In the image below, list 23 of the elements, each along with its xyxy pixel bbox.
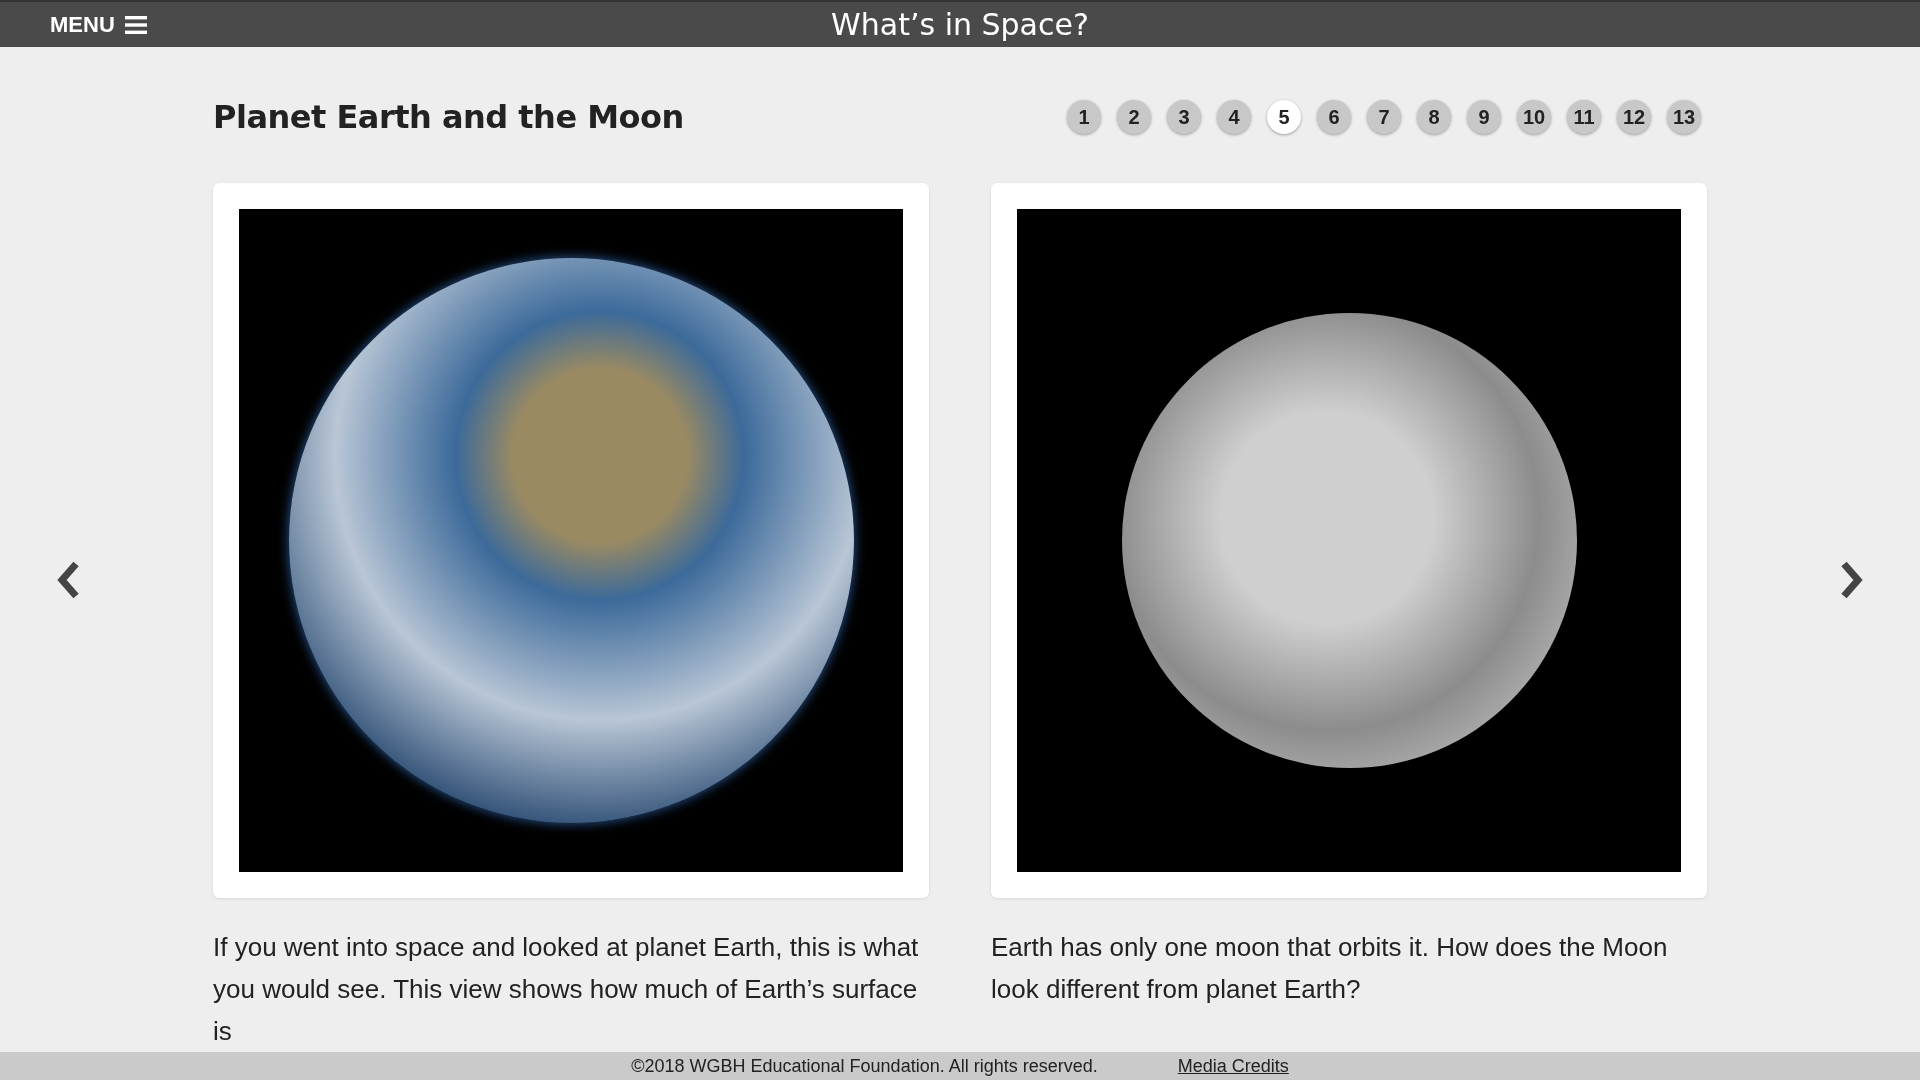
page-number-button[interactable]: 8 [1417,100,1451,135]
chevron-left-icon [56,559,80,600]
page-number-button[interactable]: 2 [1117,100,1151,135]
page-number-button[interactable]: 11 [1567,100,1601,135]
chevron-right-icon [1840,559,1864,600]
page-title: Planet Earth and the Moon [213,98,684,137]
caption-text: If you went into space and looked at planet Earth, this is what you would see. This view shows how much of Earth’s surface is [213,931,920,1049]
menu-button[interactable]: MENU [50,11,147,38]
media-credits-link[interactable]: Media Credits [1177,1055,1289,1077]
page-number-button[interactable]: 10 [1517,100,1551,135]
page-number-button[interactable]: 12 [1617,100,1651,135]
app-title: What’s in Space? [831,7,1089,43]
page-number-button[interactable]: 5 [1267,100,1301,135]
page-number-button[interactable]: 4 [1217,100,1251,135]
page-number-button[interactable]: 13 [1667,100,1701,135]
page-number-button[interactable]: 9 [1467,100,1501,135]
page-number-button[interactable]: 6 [1317,100,1351,135]
copyright-text: ©2018 WGBH Educational Foundation. All rights reserved. [631,1055,1098,1077]
menu-icon [124,15,147,34]
page-number-button[interactable]: 7 [1367,100,1401,135]
page-number-button[interactable]: 3 [1167,100,1201,135]
page-number-button[interactable]: 1 [1067,100,1101,135]
caption-text: Earth has only one moon that orbits it. How does the Moon look different from planet Earth? [991,931,1669,1007]
